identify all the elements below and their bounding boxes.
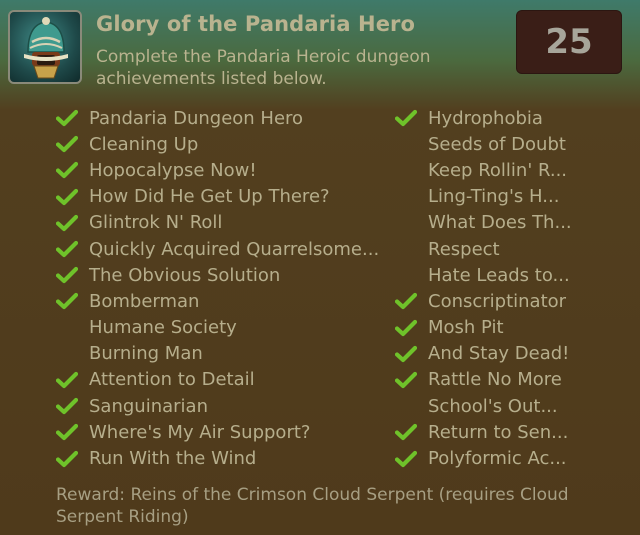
criteria-item: Where's My Air Support?	[56, 419, 386, 445]
achievement-description: Complete the Pandaria Heroic dungeon ach…	[96, 47, 431, 89]
checkmark-icon	[395, 290, 428, 312]
empty-check-slot	[395, 212, 428, 234]
criteria-label: Ling-Ting's H...	[428, 186, 560, 208]
criteria-label: What Does Th...	[428, 212, 572, 234]
criteria-item: Respect	[395, 236, 635, 262]
criteria-label: Hate Leads to...	[428, 264, 570, 286]
checkmark-icon	[56, 238, 89, 260]
checkmark-icon	[56, 133, 89, 155]
criteria-item: Keep Rollin' R...	[395, 157, 635, 183]
checkmark-icon	[56, 395, 89, 417]
checkmark-icon	[56, 186, 89, 208]
criteria-item: Humane Society	[56, 315, 386, 341]
checkmark-icon	[56, 107, 89, 129]
criteria-label: And Stay Dead!	[428, 343, 570, 365]
criteria-label: Attention to Detail	[89, 369, 255, 391]
criteria-item: The Obvious Solution	[56, 262, 386, 288]
criteria-item: Hate Leads to...	[395, 262, 635, 288]
criteria-label: Return to Sen...	[428, 421, 569, 443]
empty-check-slot	[395, 133, 428, 155]
pandaren-helm-icon	[8, 10, 82, 84]
criteria-label: Humane Society	[89, 317, 237, 339]
criteria-column-right: Hydrophobia Seeds of Doubt Keep Rollin' R.…	[395, 105, 635, 472]
criteria-label: Rattle No More	[428, 369, 562, 391]
criteria-item: Ling-Ting's H...	[395, 184, 635, 210]
checkmark-icon	[56, 212, 89, 234]
criteria-item: What Does Th...	[395, 210, 635, 236]
empty-check-slot	[395, 186, 428, 208]
criteria-label: Seeds of Doubt	[428, 133, 566, 155]
criteria-item: School's Out...	[395, 393, 635, 419]
checkmark-icon	[395, 343, 428, 365]
empty-check-slot	[395, 264, 428, 286]
criteria-item: Pandaria Dungeon Hero	[56, 105, 386, 131]
achievement-points-badge: 25	[516, 10, 622, 74]
criteria-label: Glintrok N' Roll	[89, 212, 223, 234]
criteria-label: Sanguinarian	[89, 395, 208, 417]
checkmark-icon	[395, 107, 428, 129]
criteria-item: Run With the Wind	[56, 445, 386, 471]
criteria-item: Glintrok N' Roll	[56, 210, 386, 236]
checkmark-icon	[395, 369, 428, 391]
empty-check-slot	[395, 395, 428, 417]
achievement-header: Glory of the Pandaria Hero Complete the …	[0, 0, 640, 96]
checkmark-icon	[56, 421, 89, 443]
checkmark-icon	[395, 448, 428, 470]
criteria-item: Return to Sen...	[395, 419, 635, 445]
criteria-label: Quickly Acquired Quarrelsome...	[89, 238, 380, 260]
criteria-column-left: Pandaria Dungeon Hero Cleaning Up Hopocaly…	[56, 105, 386, 472]
criteria-label: Respect	[428, 238, 500, 260]
criteria-item: Bomberman	[56, 288, 386, 314]
criteria-label: Keep Rollin' R...	[428, 159, 568, 181]
criteria-item: Rattle No More	[395, 367, 635, 393]
checkmark-icon	[395, 421, 428, 443]
criteria-item: Quickly Acquired Quarrelsome...	[56, 236, 386, 262]
checkmark-icon	[56, 159, 89, 181]
criteria-item: Conscriptinator	[395, 288, 635, 314]
criteria-item: Hopocalypse Now!	[56, 157, 386, 183]
checkmark-icon	[395, 317, 428, 339]
checkmark-icon	[56, 264, 89, 286]
criteria-item: Hydrophobia	[395, 105, 635, 131]
criteria-label: Pandaria Dungeon Hero	[89, 107, 304, 129]
criteria-label: Mosh Pit	[428, 317, 504, 339]
criteria-label: The Obvious Solution	[89, 264, 281, 286]
criteria-label: Burning Man	[89, 343, 203, 365]
criteria-item: Seeds of Doubt	[395, 131, 635, 157]
criteria-item: Attention to Detail	[56, 367, 386, 393]
criteria-label: Conscriptinator	[428, 290, 567, 312]
criteria-item: Sanguinarian	[56, 393, 386, 419]
criteria-item: And Stay Dead!	[395, 341, 635, 367]
checkmark-icon	[56, 369, 89, 391]
empty-check-slot	[56, 343, 89, 365]
empty-check-slot	[395, 159, 428, 181]
criteria-label: How Did He Get Up There?	[89, 186, 330, 208]
criteria-label: Run With the Wind	[89, 448, 257, 470]
criteria-item: Polyformic Ac...	[395, 445, 635, 471]
checkmark-icon	[56, 290, 89, 312]
criteria-item: Cleaning Up	[56, 131, 386, 157]
criteria-label: Cleaning Up	[89, 133, 199, 155]
criteria-label: Bomberman	[89, 290, 200, 312]
empty-check-slot	[395, 238, 428, 260]
criteria-item: How Did He Get Up There?	[56, 184, 386, 210]
criteria-label: School's Out...	[428, 395, 558, 417]
checkmark-icon	[56, 448, 89, 470]
achievement-reward: Reward: Reins of the Crimson Cloud Serpe…	[56, 485, 569, 527]
criteria-label: Polyformic Ac...	[428, 448, 567, 470]
criteria-item: Mosh Pit	[395, 315, 635, 341]
empty-check-slot	[56, 317, 89, 339]
criteria-label: Hydrophobia	[428, 107, 543, 129]
criteria-label: Hopocalypse Now!	[89, 159, 257, 181]
criteria-label: Where's My Air Support?	[89, 421, 311, 443]
criteria-item: Burning Man	[56, 341, 386, 367]
achievement-title: Glory of the Pandaria Hero	[96, 12, 416, 36]
